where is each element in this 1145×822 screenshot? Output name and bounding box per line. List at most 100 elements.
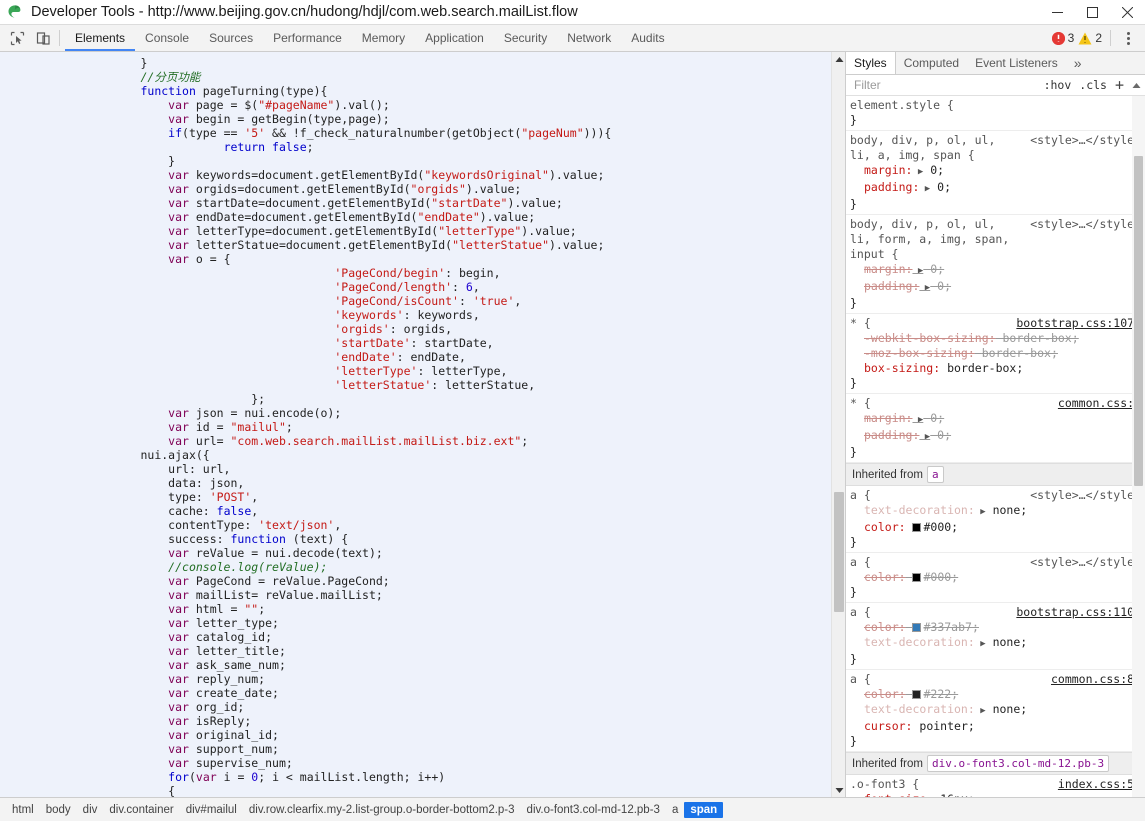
tab-audits[interactable]: Audits: [621, 25, 674, 51]
tab-network[interactable]: Network: [557, 25, 621, 51]
css-declaration[interactable]: margin: ▶ 0;: [846, 262, 1145, 279]
expand-triangle-icon[interactable]: ▶: [919, 432, 930, 442]
css-property-name[interactable]: text-decoration:: [864, 702, 975, 716]
css-property-value[interactable]: none;: [993, 635, 1028, 649]
inherited-source-chip[interactable]: div.o-font3.col-md-12.pb-3: [926, 754, 1110, 772]
scroll-down-arrow[interactable]: [832, 783, 845, 797]
expand-triangle-icon[interactable]: ▶: [975, 639, 985, 649]
tab-performance[interactable]: Performance: [263, 25, 352, 51]
css-property-name[interactable]: text-decoration:: [864, 503, 975, 517]
css-rule-origin[interactable]: common.css:84: [1043, 672, 1141, 687]
expand-triangle-icon[interactable]: ▶: [912, 415, 923, 425]
expand-triangle-icon[interactable]: ▶: [975, 507, 985, 517]
breadcrumb-crumb[interactable]: div.o-font3.col-md-12.pb-3: [521, 802, 666, 818]
css-selector[interactable]: body, div, p, ol, ul, li, a, img, span {: [850, 133, 995, 163]
css-declaration[interactable]: padding: ▶ 0;: [846, 180, 1145, 197]
tab-security[interactable]: Security: [494, 25, 557, 51]
color-swatch[interactable]: [912, 622, 922, 632]
expand-triangle-icon[interactable]: ▶: [919, 184, 930, 194]
css-property-name[interactable]: -moz-box-sizing:: [864, 346, 975, 360]
color-swatch[interactable]: [912, 689, 922, 699]
css-property-value[interactable]: 0;: [930, 163, 944, 177]
error-count-badge[interactable]: 3: [1051, 31, 1074, 45]
css-property-value[interactable]: pointer;: [919, 719, 974, 733]
css-selector[interactable]: * {: [850, 316, 871, 331]
css-property-name[interactable]: -webkit-box-sizing:: [864, 331, 996, 345]
code-lines[interactable]: } //分页功能 function pageTurning(type){ var…: [0, 52, 845, 797]
css-declaration[interactable]: color: #222;: [846, 687, 1145, 702]
breadcrumb-crumb[interactable]: div.container: [103, 802, 179, 818]
css-property-name[interactable]: padding:: [864, 180, 919, 194]
css-declaration[interactable]: margin: ▶ 0;: [846, 411, 1145, 428]
css-property-name[interactable]: padding:: [864, 279, 919, 293]
scroll-up-arrow-icon[interactable]: [1132, 78, 1141, 92]
css-property-name[interactable]: box-sizing:: [864, 361, 940, 375]
css-property-name[interactable]: color:: [864, 570, 906, 584]
css-declaration[interactable]: text-decoration: ▶ none;: [846, 702, 1145, 719]
tab-event-listeners[interactable]: Event Listeners: [967, 52, 1066, 74]
kebab-menu-icon[interactable]: [1119, 31, 1137, 45]
css-property-value[interactable]: #337ab7;: [923, 620, 978, 634]
css-declaration[interactable]: -moz-box-sizing: border-box;: [846, 346, 1145, 361]
hov-toggle[interactable]: :hov: [1044, 78, 1072, 92]
tab-console[interactable]: Console: [135, 25, 199, 51]
css-property-value[interactable]: #222;: [923, 687, 958, 701]
color-swatch[interactable]: [912, 572, 922, 582]
minimize-icon[interactable]: [1040, 0, 1075, 25]
css-property-value[interactable]: none;: [993, 702, 1028, 716]
css-property-value[interactable]: border-box;: [947, 361, 1023, 375]
css-rule-origin[interactable]: bootstrap.css:1071: [1008, 316, 1141, 331]
breadcrumb-crumb[interactable]: div#mailul: [180, 802, 243, 818]
css-property-value[interactable]: 0;: [937, 428, 951, 442]
source-code-panel[interactable]: } //分页功能 function pageTurning(type){ var…: [0, 52, 845, 797]
css-rule[interactable]: body, div, p, ol, ul, li, a, img, span {…: [846, 131, 1145, 215]
expand-triangle-icon[interactable]: ▶: [919, 283, 930, 293]
css-selector[interactable]: .o-font3 {: [850, 777, 919, 792]
css-rule[interactable]: a {<style>…</style> text-decoration: ▶ no…: [846, 486, 1145, 553]
css-property-value[interactable]: #000;: [923, 520, 958, 534]
css-rule-origin[interactable]: bootstrap.css:1101: [1008, 605, 1141, 620]
styles-scrollbar-thumb[interactable]: [1134, 155, 1143, 486]
expand-triangle-icon[interactable]: ▶: [912, 167, 923, 177]
css-rule[interactable]: a {bootstrap.css:1101 color: #337ab7; text…: [846, 603, 1145, 670]
css-property-value[interactable]: 0;: [930, 262, 944, 276]
tab-styles[interactable]: Styles: [846, 52, 896, 75]
css-property-value[interactable]: 0;: [937, 180, 951, 194]
css-property-value[interactable]: border-box;: [1003, 331, 1079, 345]
css-selector[interactable]: a {: [850, 555, 871, 570]
css-selector[interactable]: a {: [850, 672, 871, 687]
css-declaration[interactable]: color: #337ab7;: [846, 620, 1145, 635]
styles-scrollbar[interactable]: [1132, 95, 1145, 797]
css-property-value[interactable]: border-box;: [982, 346, 1058, 360]
scroll-up-arrow[interactable]: [832, 52, 845, 66]
css-rule[interactable]: * {bootstrap.css:1071 -webkit-box-sizing:…: [846, 314, 1145, 394]
breadcrumb-crumb[interactable]: div.row.clearfix.my-2.list-group.o-borde…: [243, 802, 521, 818]
breadcrumb-crumb[interactable]: a: [666, 802, 684, 818]
css-selector[interactable]: a {: [850, 488, 871, 503]
css-declaration[interactable]: margin: ▶ 0;: [846, 163, 1145, 180]
close-icon[interactable]: [1110, 0, 1145, 25]
tab-elements[interactable]: Elements: [65, 25, 135, 51]
tab-sources[interactable]: Sources: [199, 25, 263, 51]
css-declaration[interactable]: box-sizing: border-box;: [846, 361, 1145, 376]
css-property-name[interactable]: color:: [864, 687, 906, 701]
new-style-rule-button[interactable]: +: [1115, 76, 1124, 94]
css-property-value[interactable]: 16px;: [940, 792, 975, 797]
css-property-name[interactable]: margin:: [864, 411, 912, 425]
css-property-name[interactable]: cursor:: [864, 719, 912, 733]
css-rule[interactable]: * {common.css:3 margin: ▶ 0; padding: ▶ 0;…: [846, 394, 1145, 463]
css-declaration[interactable]: color: #000;: [846, 520, 1145, 535]
expand-triangle-icon[interactable]: ▶: [975, 706, 985, 716]
color-swatch[interactable]: [912, 522, 922, 532]
css-property-name[interactable]: margin:: [864, 163, 912, 177]
css-declaration[interactable]: padding: ▶ 0;: [846, 428, 1145, 445]
inspect-element-icon[interactable]: [4, 25, 30, 51]
css-rule[interactable]: a {<style>…</style> color: #000;}: [846, 553, 1145, 603]
css-rule-origin[interactable]: index.css:53: [1050, 777, 1141, 792]
css-property-value[interactable]: 0;: [930, 411, 944, 425]
css-declaration[interactable]: -webkit-box-sizing: border-box;: [846, 331, 1145, 346]
css-property-name[interactable]: margin:: [864, 262, 912, 276]
expand-triangle-icon[interactable]: ▶: [912, 266, 923, 276]
css-property-name[interactable]: font-size:: [864, 792, 933, 797]
breadcrumb-crumb[interactable]: span: [684, 801, 724, 818]
